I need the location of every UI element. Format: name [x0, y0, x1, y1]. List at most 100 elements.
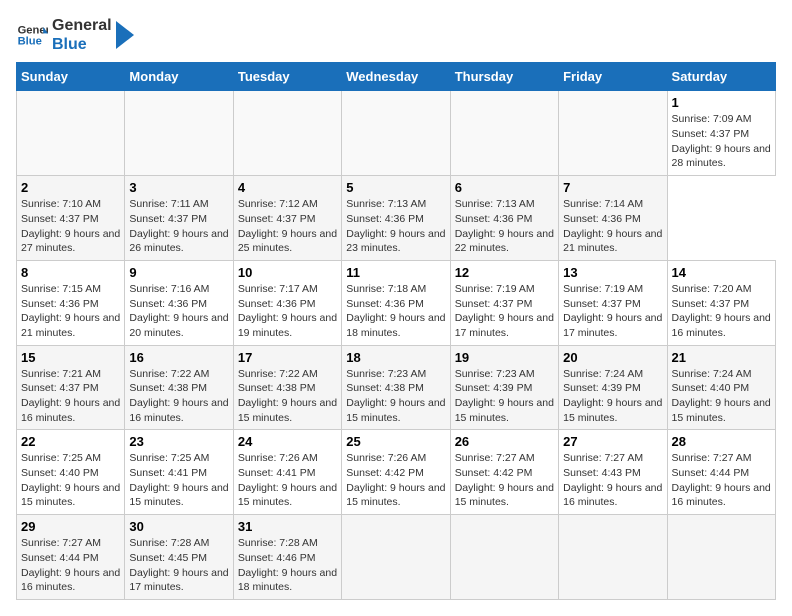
sunset-label: Sunset: 4:36 PM — [563, 213, 641, 225]
day-number: 19 — [455, 350, 554, 365]
sunrise-label: Sunrise: 7:28 AM — [238, 537, 318, 549]
day-number: 11 — [346, 265, 445, 280]
sunset-label: Sunset: 4:39 PM — [563, 382, 641, 394]
sunset-label: Sunset: 4:37 PM — [563, 298, 641, 310]
sunrise-label: Sunrise: 7:27 AM — [21, 537, 101, 549]
day-cell: 20 Sunrise: 7:24 AM Sunset: 4:39 PM Dayl… — [559, 345, 667, 430]
day-info: Sunrise: 7:19 AM Sunset: 4:37 PM Dayligh… — [455, 282, 554, 341]
daylight-label: Daylight: 9 hours and 15 minutes. — [455, 482, 554, 509]
day-number: 27 — [563, 434, 662, 449]
day-number: 13 — [563, 265, 662, 280]
col-header-friday: Friday — [559, 63, 667, 91]
day-cell: 2 Sunrise: 7:10 AM Sunset: 4:37 PM Dayli… — [17, 176, 125, 261]
sunrise-label: Sunrise: 7:15 AM — [21, 283, 101, 295]
sunrise-label: Sunrise: 7:26 AM — [346, 452, 426, 464]
day-info: Sunrise: 7:11 AM Sunset: 4:37 PM Dayligh… — [129, 197, 228, 256]
sunset-label: Sunset: 4:46 PM — [238, 552, 316, 564]
day-cell: 30 Sunrise: 7:28 AM Sunset: 4:45 PM Dayl… — [125, 515, 233, 600]
day-info: Sunrise: 7:27 AM Sunset: 4:44 PM Dayligh… — [672, 451, 771, 510]
daylight-label: Daylight: 9 hours and 15 minutes. — [672, 397, 771, 424]
sunrise-label: Sunrise: 7:13 AM — [455, 198, 535, 210]
day-cell: 11 Sunrise: 7:18 AM Sunset: 4:36 PM Dayl… — [342, 260, 450, 345]
day-info: Sunrise: 7:23 AM Sunset: 4:39 PM Dayligh… — [455, 367, 554, 426]
calendar-week-row: 15 Sunrise: 7:21 AM Sunset: 4:37 PM Dayl… — [17, 345, 776, 430]
sunset-label: Sunset: 4:45 PM — [129, 552, 207, 564]
day-cell: 23 Sunrise: 7:25 AM Sunset: 4:41 PM Dayl… — [125, 430, 233, 515]
sunset-label: Sunset: 4:36 PM — [238, 298, 316, 310]
daylight-label: Daylight: 9 hours and 26 minutes. — [129, 228, 228, 255]
sunset-label: Sunset: 4:37 PM — [21, 213, 99, 225]
day-number: 1 — [672, 95, 771, 110]
day-number: 9 — [129, 265, 228, 280]
sunrise-label: Sunrise: 7:11 AM — [129, 198, 208, 210]
day-info: Sunrise: 7:25 AM Sunset: 4:41 PM Dayligh… — [129, 451, 228, 510]
day-number: 30 — [129, 519, 228, 534]
day-number: 6 — [455, 180, 554, 195]
logo-icon: General Blue — [16, 19, 48, 51]
day-number: 22 — [21, 434, 120, 449]
sunrise-label: Sunrise: 7:09 AM — [672, 113, 752, 125]
day-number: 31 — [238, 519, 337, 534]
day-cell: 25 Sunrise: 7:26 AM Sunset: 4:42 PM Dayl… — [342, 430, 450, 515]
day-number: 18 — [346, 350, 445, 365]
page-header: General Blue General Blue — [16, 16, 776, 54]
daylight-label: Daylight: 9 hours and 27 minutes. — [21, 228, 120, 255]
daylight-label: Daylight: 9 hours and 16 minutes. — [672, 482, 771, 509]
day-number: 12 — [455, 265, 554, 280]
sunrise-label: Sunrise: 7:23 AM — [455, 368, 535, 380]
daylight-label: Daylight: 9 hours and 18 minutes. — [238, 567, 337, 594]
daylight-label: Daylight: 9 hours and 16 minutes. — [21, 397, 120, 424]
sunrise-label: Sunrise: 7:21 AM — [21, 368, 101, 380]
day-info: Sunrise: 7:13 AM Sunset: 4:36 PM Dayligh… — [455, 197, 554, 256]
day-cell: 5 Sunrise: 7:13 AM Sunset: 4:36 PM Dayli… — [342, 176, 450, 261]
day-info: Sunrise: 7:27 AM Sunset: 4:42 PM Dayligh… — [455, 451, 554, 510]
daylight-label: Daylight: 9 hours and 16 minutes. — [21, 567, 120, 594]
daylight-label: Daylight: 9 hours and 22 minutes. — [455, 228, 554, 255]
sunset-label: Sunset: 4:42 PM — [346, 467, 424, 479]
calendar-table: SundayMondayTuesdayWednesdayThursdayFrid… — [16, 62, 776, 600]
daylight-label: Daylight: 9 hours and 15 minutes. — [346, 397, 445, 424]
sunrise-label: Sunrise: 7:17 AM — [238, 283, 318, 295]
daylight-label: Daylight: 9 hours and 15 minutes. — [238, 397, 337, 424]
sunset-label: Sunset: 4:37 PM — [21, 382, 99, 394]
sunrise-label: Sunrise: 7:19 AM — [455, 283, 535, 295]
day-cell: 24 Sunrise: 7:26 AM Sunset: 4:41 PM Dayl… — [233, 430, 341, 515]
day-info: Sunrise: 7:15 AM Sunset: 4:36 PM Dayligh… — [21, 282, 120, 341]
sunrise-label: Sunrise: 7:27 AM — [455, 452, 535, 464]
day-cell: 29 Sunrise: 7:27 AM Sunset: 4:44 PM Dayl… — [17, 515, 125, 600]
daylight-label: Daylight: 9 hours and 17 minutes. — [455, 312, 554, 339]
empty-cell — [17, 91, 125, 176]
day-info: Sunrise: 7:24 AM Sunset: 4:39 PM Dayligh… — [563, 367, 662, 426]
daylight-label: Daylight: 9 hours and 16 minutes. — [563, 482, 662, 509]
day-info: Sunrise: 7:25 AM Sunset: 4:40 PM Dayligh… — [21, 451, 120, 510]
empty-cell — [342, 515, 450, 600]
sunset-label: Sunset: 4:38 PM — [346, 382, 424, 394]
sunset-label: Sunset: 4:44 PM — [21, 552, 99, 564]
daylight-label: Daylight: 9 hours and 15 minutes. — [563, 397, 662, 424]
col-header-monday: Monday — [125, 63, 233, 91]
sunrise-label: Sunrise: 7:22 AM — [238, 368, 318, 380]
day-info: Sunrise: 7:16 AM Sunset: 4:36 PM Dayligh… — [129, 282, 228, 341]
day-cell: 16 Sunrise: 7:22 AM Sunset: 4:38 PM Dayl… — [125, 345, 233, 430]
day-info: Sunrise: 7:17 AM Sunset: 4:36 PM Dayligh… — [238, 282, 337, 341]
calendar-week-row: 1 Sunrise: 7:09 AM Sunset: 4:37 PM Dayli… — [17, 91, 776, 176]
calendar-week-row: 29 Sunrise: 7:27 AM Sunset: 4:44 PM Dayl… — [17, 515, 776, 600]
day-cell: 26 Sunrise: 7:27 AM Sunset: 4:42 PM Dayl… — [450, 430, 558, 515]
day-info: Sunrise: 7:13 AM Sunset: 4:36 PM Dayligh… — [346, 197, 445, 256]
sunset-label: Sunset: 4:36 PM — [455, 213, 533, 225]
day-cell: 15 Sunrise: 7:21 AM Sunset: 4:37 PM Dayl… — [17, 345, 125, 430]
day-number: 3 — [129, 180, 228, 195]
sunrise-label: Sunrise: 7:14 AM — [563, 198, 643, 210]
empty-cell — [450, 515, 558, 600]
sunrise-label: Sunrise: 7:26 AM — [238, 452, 318, 464]
day-info: Sunrise: 7:22 AM Sunset: 4:38 PM Dayligh… — [129, 367, 228, 426]
sunset-label: Sunset: 4:36 PM — [346, 298, 424, 310]
sunset-label: Sunset: 4:38 PM — [129, 382, 207, 394]
empty-cell — [342, 91, 450, 176]
sunrise-label: Sunrise: 7:25 AM — [129, 452, 209, 464]
day-cell: 22 Sunrise: 7:25 AM Sunset: 4:40 PM Dayl… — [17, 430, 125, 515]
day-cell: 17 Sunrise: 7:22 AM Sunset: 4:38 PM Dayl… — [233, 345, 341, 430]
sunset-label: Sunset: 4:42 PM — [455, 467, 533, 479]
day-cell: 12 Sunrise: 7:19 AM Sunset: 4:37 PM Dayl… — [450, 260, 558, 345]
sunset-label: Sunset: 4:36 PM — [346, 213, 424, 225]
